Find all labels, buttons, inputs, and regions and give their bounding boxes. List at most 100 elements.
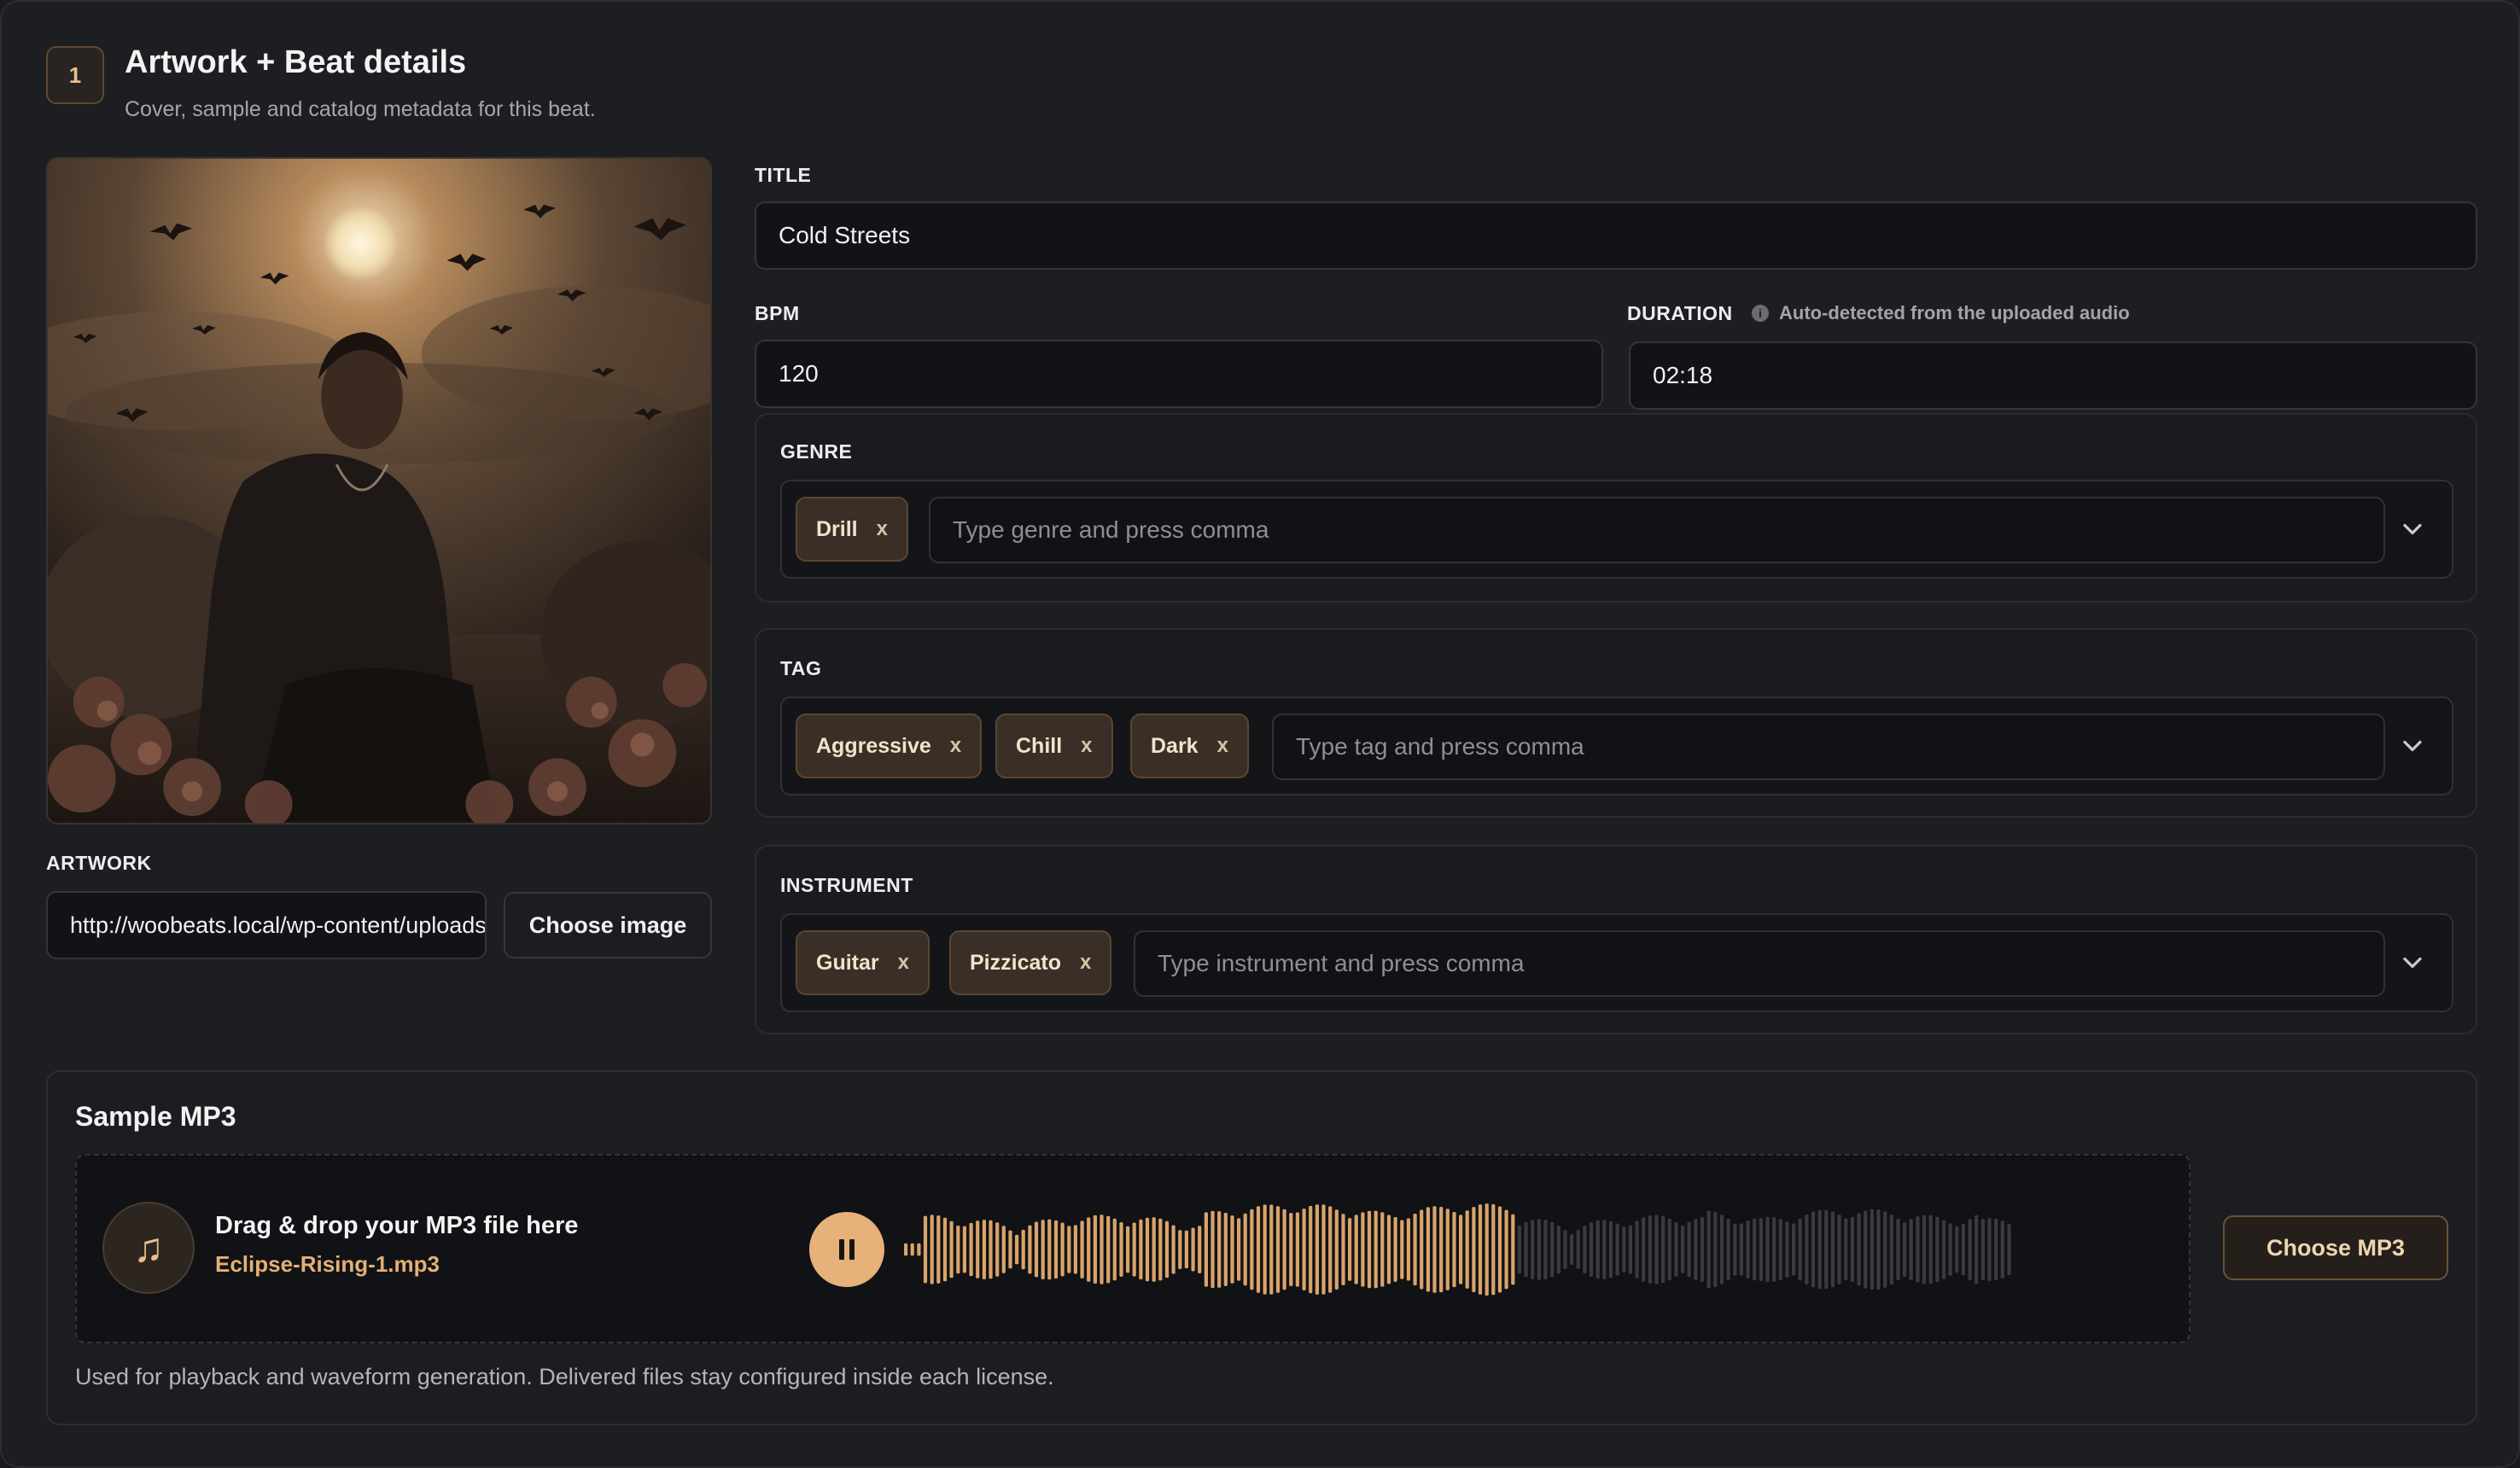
waveform-bar [1334, 1209, 1339, 1290]
waveform-bar [1622, 1226, 1626, 1273]
instrument-chip-guitar[interactable]: Guitar x [796, 930, 930, 995]
waveform-bar [1386, 1215, 1391, 1284]
waveform-bar [1328, 1206, 1333, 1293]
waveform-bar [1746, 1220, 1750, 1279]
waveform-bar [1289, 1213, 1293, 1286]
waveform-bar [1374, 1210, 1378, 1289]
waveform-bar [2000, 1220, 2004, 1279]
waveform-bar [930, 1215, 934, 1284]
tag-selector[interactable]: Aggressive x Chill x Dark x Type tag and… [780, 696, 2453, 795]
uploaded-file-name: Eclipse-Rising-1.mp3 [215, 1251, 440, 1277]
waveform-bar [1491, 1203, 1496, 1296]
waveform-bar [1230, 1215, 1234, 1284]
waveform-bar [1321, 1204, 1326, 1295]
chip-remove-button[interactable]: x [950, 734, 961, 758]
waveform-bar [1811, 1211, 1816, 1288]
chevron-down-icon[interactable] [2397, 947, 2428, 978]
waveform-bar [1080, 1220, 1084, 1279]
waveform-bar [1805, 1215, 1809, 1284]
waveform-bar [1393, 1217, 1397, 1282]
waveform-bar [1354, 1215, 1358, 1284]
audio-waveform[interactable] [903, 1198, 2013, 1301]
mp3-dropzone[interactable]: ♫ Drag & drop your MP3 file here Eclipse… [75, 1154, 2190, 1343]
waveform-bar [1001, 1226, 1006, 1273]
waveform-bar [1073, 1225, 1077, 1274]
instrument-selector[interactable]: Guitar x Pizzicato x Type instrument and… [780, 913, 2453, 1012]
waveform-bar [1178, 1230, 1182, 1269]
chip-remove-button[interactable]: x [898, 951, 909, 975]
waveform-bar [1472, 1207, 1476, 1292]
waveform-bar [1067, 1226, 1071, 1273]
waveform-bar [1922, 1215, 1927, 1284]
waveform-bar [1452, 1212, 1456, 1288]
choose-mp3-button[interactable]: Choose MP3 [2223, 1215, 2448, 1280]
waveform-bar [1282, 1209, 1286, 1290]
waveform-bar [1465, 1210, 1469, 1289]
music-note-icon: ♫ [102, 1202, 195, 1294]
waveform-bar [1537, 1219, 1541, 1280]
waveform-bar [1400, 1220, 1404, 1279]
artwork-url-input[interactable]: http://woobeats.local/wp-content/uploads… [46, 891, 487, 959]
waveform-bar [1941, 1220, 1946, 1279]
waveform-bar [1778, 1219, 1782, 1280]
waveform-bar [1889, 1215, 1893, 1284]
waveform-bar [1955, 1226, 1959, 1273]
waveform-bar [1706, 1210, 1711, 1289]
tag-chip-aggressive[interactable]: Aggressive x [796, 714, 983, 778]
waveform-bar [1824, 1209, 1829, 1290]
waveform-bar [1497, 1206, 1502, 1293]
dropzone-title: Drag & drop your MP3 file here [215, 1212, 579, 1239]
waveform-bar [1876, 1209, 1881, 1290]
duration-hint-text: Auto-detected from the uploaded audio [1779, 302, 2130, 323]
waveform-bar [1504, 1209, 1508, 1290]
waveform-bar [1595, 1220, 1600, 1279]
waveform-bar [1903, 1222, 1907, 1277]
waveform-bar [989, 1220, 993, 1279]
waveform-bar [1171, 1225, 1175, 1274]
waveform-bar [1295, 1212, 1299, 1287]
genre-selector[interactable]: Drill x Type genre and press comma [780, 480, 2453, 579]
waveform-bar [1896, 1219, 1900, 1280]
title-input[interactable]: Cold Streets [755, 201, 2477, 270]
duration-input[interactable]: 02:18 [1629, 341, 2477, 410]
waveform-bar [1223, 1213, 1228, 1286]
tag-input[interactable]: Type tag and press comma [1272, 714, 2385, 780]
waveform-bar [1053, 1220, 1059, 1279]
waveform-bar [1348, 1218, 1352, 1281]
chevron-down-icon[interactable] [2397, 731, 2428, 761]
waveform-bar [1635, 1220, 1639, 1279]
bpm-input[interactable]: 120 [755, 340, 1603, 408]
tag-chip-dark[interactable]: Dark x [1130, 714, 1249, 778]
tag-chip-chill[interactable]: Chill x [995, 714, 1113, 778]
waveform-bar [969, 1222, 973, 1277]
choose-image-button[interactable]: Choose image [504, 892, 712, 958]
waveform-bar [1413, 1214, 1417, 1286]
waveform-bar [1661, 1215, 1665, 1284]
waveform-bar [1733, 1223, 1737, 1276]
waveform-bar [1968, 1219, 1972, 1280]
genre-chip-drill[interactable]: Drill x [796, 497, 908, 562]
waveform-bar [1126, 1226, 1130, 1273]
waveform-bar [1817, 1209, 1822, 1290]
artwork-preview[interactable] [46, 157, 712, 824]
waveform-bar [1602, 1220, 1607, 1279]
chip-remove-button[interactable]: x [1080, 951, 1091, 975]
instrument-input[interactable]: Type instrument and press comma [1134, 930, 2385, 997]
waveform-bar [1608, 1220, 1613, 1279]
waveform-bar [1844, 1218, 1848, 1281]
genre-input[interactable]: Type genre and press comma [929, 497, 2385, 563]
waveform-bar [1713, 1212, 1718, 1287]
waveform-bar [1772, 1217, 1776, 1282]
chip-remove-button[interactable]: x [877, 517, 888, 541]
waveform-bar [1517, 1225, 1521, 1274]
chip-remove-button[interactable]: x [1217, 734, 1228, 758]
chevron-down-icon[interactable] [2397, 514, 2428, 545]
waveform-bar [1485, 1203, 1489, 1296]
instrument-chip-pizzicato[interactable]: Pizzicato x [949, 930, 1112, 995]
waveform-bar [1667, 1219, 1671, 1280]
waveform-bar [1511, 1214, 1515, 1285]
waveform-bar [1961, 1223, 1965, 1276]
chip-remove-button[interactable]: x [1081, 734, 1092, 758]
pause-button[interactable] [809, 1212, 884, 1287]
waveform-bar [1139, 1219, 1143, 1279]
